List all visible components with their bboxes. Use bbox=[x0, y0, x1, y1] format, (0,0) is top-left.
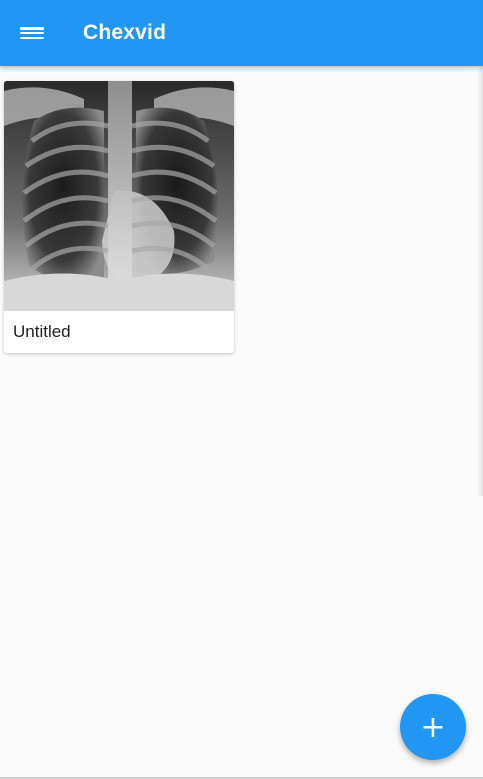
menu-line bbox=[20, 36, 44, 39]
gallery-card[interactable]: Untitled bbox=[4, 81, 234, 353]
app-title: Chexvid bbox=[83, 21, 167, 44]
hamburger-menu-icon[interactable] bbox=[20, 23, 44, 43]
app-bar: Chexvid bbox=[0, 0, 483, 66]
menu-line bbox=[20, 31, 44, 35]
app-screen: Chexvid Untitled + bbox=[0, 0, 483, 779]
plus-icon: + bbox=[420, 709, 446, 745]
chest-xray-image bbox=[4, 81, 234, 311]
menu-line bbox=[20, 27, 44, 30]
drawer-edge-shadow bbox=[477, 66, 483, 496]
card-title: Untitled bbox=[13, 322, 71, 341]
add-button[interactable]: + bbox=[400, 694, 466, 760]
